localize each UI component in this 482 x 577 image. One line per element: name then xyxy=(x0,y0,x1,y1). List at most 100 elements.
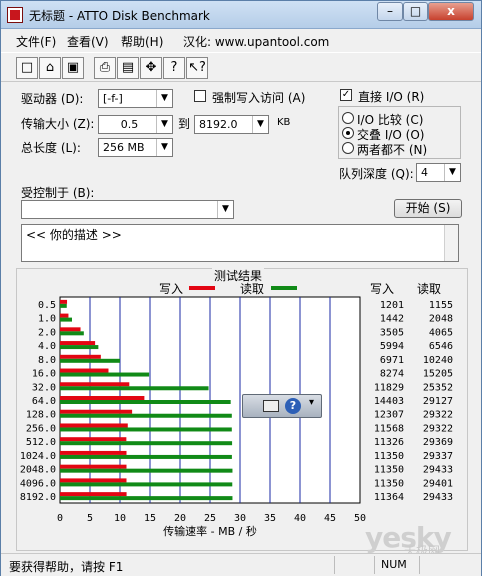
value-write: 1201 xyxy=(380,300,404,311)
x-tick-label: 0 xyxy=(57,513,63,524)
y-category-label: 256.0 xyxy=(26,423,56,434)
y-category-label: 8.0 xyxy=(38,355,56,366)
y-category-label: 2.0 xyxy=(38,327,56,338)
value-read: 15205 xyxy=(423,369,453,380)
help-circle-icon[interactable]: ? xyxy=(285,398,301,414)
x-tick-label: 40 xyxy=(294,513,306,524)
column-header-write: 写入 xyxy=(370,282,394,296)
y-category-label: 0.5 xyxy=(38,300,56,311)
value-read: 4065 xyxy=(429,327,453,338)
bar-write xyxy=(60,341,96,346)
value-write: 8274 xyxy=(380,369,404,380)
value-write: 11350 xyxy=(374,451,404,462)
x-tick-label: 5 xyxy=(87,513,93,524)
status-cell-2: NUM xyxy=(374,556,419,574)
value-read: 25352 xyxy=(423,382,453,393)
y-category-label: 512.0 xyxy=(26,437,56,448)
bar-read xyxy=(60,345,99,350)
x-tick-label: 20 xyxy=(174,513,186,524)
value-write: 11364 xyxy=(374,492,404,503)
value-write: 5994 xyxy=(380,341,404,352)
bar-write xyxy=(60,423,128,428)
value-read: 10240 xyxy=(423,355,453,366)
status-cell-3 xyxy=(419,556,459,574)
ime-toolbar-popup[interactable]: ? ▾ xyxy=(242,394,322,418)
y-category-label: 1.0 xyxy=(38,314,56,325)
value-write: 14403 xyxy=(374,396,404,407)
x-tick-label: 35 xyxy=(264,513,276,524)
benchmark-chart: 0 5 10 15 20 25 30 35 40 45 50传输速率 - MB / 秒写入 读取 写入读… xyxy=(20,282,453,538)
y-category-label: 16.0 xyxy=(32,369,56,380)
x-tick-label: 45 xyxy=(324,513,336,524)
value-write: 11829 xyxy=(374,382,404,393)
legend-write-label: 写入 xyxy=(159,282,183,296)
bar-read xyxy=(60,372,150,377)
bar-read xyxy=(60,441,233,446)
bar-write xyxy=(60,450,127,455)
value-read: 29127 xyxy=(423,396,453,407)
value-write: 1442 xyxy=(380,314,404,325)
column-header-read: 读取 xyxy=(417,282,441,296)
status-message: 要获得帮助，请按 F1 xyxy=(9,560,124,574)
value-write: 12307 xyxy=(374,410,404,421)
status-bar: 要获得帮助，请按 F1 NUM xyxy=(1,553,481,576)
more-icon[interactable]: ▾ xyxy=(309,397,314,408)
status-cell-1 xyxy=(334,556,374,574)
bar-write xyxy=(60,492,127,497)
value-write: 11326 xyxy=(374,437,404,448)
bar-write xyxy=(60,299,68,304)
bar-read xyxy=(60,496,233,501)
bar-write xyxy=(60,327,81,332)
bar-read xyxy=(60,317,72,322)
x-tick-label: 10 xyxy=(114,513,126,524)
value-read: 29337 xyxy=(423,451,453,462)
y-category-label: 1024.0 xyxy=(20,451,56,462)
value-write: 11350 xyxy=(374,465,404,476)
bar-read xyxy=(60,482,233,487)
keyboard-icon[interactable] xyxy=(263,400,279,412)
bar-read xyxy=(60,427,232,432)
y-category-label: 64.0 xyxy=(32,396,56,407)
legend-read-label: 读取 xyxy=(240,282,264,296)
bar-read xyxy=(60,454,232,459)
bar-write xyxy=(60,396,145,400)
y-category-label: 4096.0 xyxy=(20,478,56,489)
value-read: 29322 xyxy=(423,410,453,421)
value-read: 1155 xyxy=(429,300,453,311)
bar-read xyxy=(60,331,84,336)
y-category-label: 2048.0 xyxy=(20,465,56,476)
value-write: 3505 xyxy=(380,327,404,338)
value-write: 11350 xyxy=(374,478,404,489)
value-read: 29433 xyxy=(423,492,453,503)
value-read: 29369 xyxy=(423,437,453,448)
value-read: 2048 xyxy=(429,314,453,325)
value-read: 6546 xyxy=(429,341,453,352)
x-axis-label: 传输速率 - MB / 秒 xyxy=(163,524,257,538)
bar-read xyxy=(60,400,231,404)
app-window: 无标题 - ATTO Disk Benchmark – □ x 文件(F) 查看… xyxy=(0,0,482,576)
bar-read xyxy=(60,386,209,391)
bar-write xyxy=(60,313,69,318)
num-indicator: NUM xyxy=(381,558,407,571)
bar-write xyxy=(60,409,133,414)
bar-write xyxy=(60,368,109,373)
x-tick-label: 30 xyxy=(234,513,246,524)
bar-read xyxy=(60,303,67,308)
value-write: 11568 xyxy=(374,423,404,434)
bar-write xyxy=(60,437,127,442)
value-read: 29401 xyxy=(423,478,453,489)
x-tick-label: 25 xyxy=(204,513,216,524)
legend-write-swatch xyxy=(189,286,215,290)
bar-write xyxy=(60,382,130,387)
value-read: 29322 xyxy=(423,423,453,434)
bar-read xyxy=(60,468,233,473)
value-read: 29433 xyxy=(423,465,453,476)
value-write: 6971 xyxy=(380,355,404,366)
bar-write xyxy=(60,478,127,483)
bar-read xyxy=(60,413,232,418)
bar-write xyxy=(60,464,127,469)
x-tick-label: 15 xyxy=(144,513,156,524)
bar-read xyxy=(60,358,120,363)
legend-read-swatch xyxy=(271,286,297,290)
bar-write xyxy=(60,354,101,359)
